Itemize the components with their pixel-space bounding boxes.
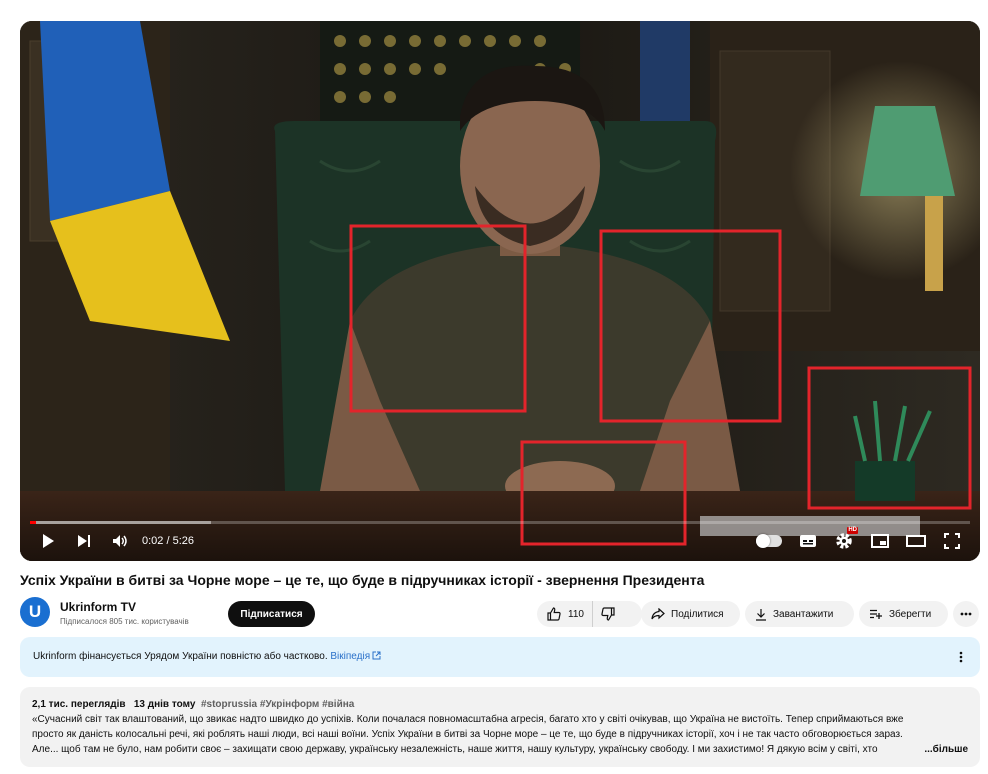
autoplay-toggle[interactable] bbox=[756, 534, 782, 548]
video-title: Успіх України в битві за Чорне море – це… bbox=[20, 572, 705, 588]
fullscreen-button[interactable] bbox=[934, 523, 970, 559]
share-icon bbox=[651, 608, 665, 620]
show-more-button[interactable]: ...більше bbox=[902, 742, 968, 757]
playlist-add-icon bbox=[870, 609, 882, 619]
like-button[interactable]: 110 bbox=[537, 601, 593, 627]
funding-info: Ukrinform фінансується Урядом України по… bbox=[33, 651, 381, 662]
theater-mode-button[interactable] bbox=[898, 523, 934, 559]
download-button[interactable]: Завантажити bbox=[745, 601, 854, 627]
avatar-letter: U bbox=[28, 602, 42, 621]
subscribe-button[interactable]: Підписатися bbox=[228, 601, 315, 627]
time-separator: / bbox=[163, 535, 173, 547]
video-description[interactable]: 2,1 тис. переглядів 13 днів тому #stopru… bbox=[20, 687, 980, 767]
hashtags[interactable]: #stoprussia #Укрінформ #війна bbox=[201, 699, 354, 710]
more-vertical-icon bbox=[959, 651, 963, 663]
wikipedia-link-label: Вікіпедія bbox=[330, 651, 371, 662]
download-label: Завантажити bbox=[773, 608, 834, 620]
description-line-3-wrap: Але... щоб там не було, нам робити своє … bbox=[32, 742, 968, 757]
fullscreen-icon bbox=[944, 533, 960, 549]
video-player[interactable]: 0:02 / 5:26 HD bbox=[20, 21, 980, 561]
save-label: Зберегти bbox=[889, 608, 932, 620]
like-count: 110 bbox=[568, 608, 584, 620]
youtube-watch-page: 0:02 / 5:26 HD Успіх України в битві за … bbox=[0, 0, 988, 774]
volume-icon bbox=[113, 535, 127, 547]
skip-next-icon bbox=[78, 535, 90, 547]
description-line-2: просто як даність колосальні речі, які р… bbox=[32, 729, 903, 740]
save-button[interactable]: Зберегти bbox=[859, 601, 948, 627]
gear-icon bbox=[836, 533, 852, 549]
description-line-3: Але... щоб там не було, нам робити своє … bbox=[32, 744, 878, 755]
dislike-button[interactable] bbox=[593, 601, 623, 627]
view-count: 2,1 тис. переглядів bbox=[32, 699, 126, 710]
thumbs-up-icon bbox=[547, 607, 561, 621]
channel-row: U Ukrinform TV Підписалося 805 тис. кори… bbox=[20, 596, 980, 632]
funding-text: Ukrinform фінансується Урядом України по… bbox=[33, 651, 328, 662]
wikipedia-link[interactable]: Вікіпедія bbox=[330, 651, 381, 662]
thumbs-down-icon bbox=[601, 607, 615, 621]
player-controls: 0:02 / 5:26 HD bbox=[20, 521, 980, 561]
share-button[interactable]: Поділитися bbox=[641, 601, 740, 627]
time-display: 0:02 / 5:26 bbox=[142, 535, 194, 547]
miniplayer-icon bbox=[871, 534, 889, 548]
time-current: 0:02 bbox=[142, 535, 164, 547]
settings-button[interactable]: HD bbox=[826, 523, 862, 559]
volume-button[interactable] bbox=[102, 523, 138, 559]
info-panel-menu-button[interactable] bbox=[950, 646, 972, 668]
play-icon bbox=[43, 534, 54, 548]
time-total: 5:26 bbox=[172, 535, 195, 547]
description-meta: 2,1 тис. переглядів 13 днів тому #stopru… bbox=[32, 697, 968, 712]
video-frame bbox=[20, 21, 980, 561]
funding-info-panel: Ukrinform фінансується Урядом України по… bbox=[20, 637, 980, 677]
theater-icon bbox=[906, 535, 926, 547]
external-link-icon bbox=[372, 651, 381, 660]
next-button[interactable] bbox=[66, 523, 102, 559]
more-actions-button[interactable] bbox=[953, 601, 979, 627]
upload-date: 13 днів тому bbox=[133, 699, 196, 710]
subtitles-button[interactable] bbox=[790, 523, 826, 559]
channel-name[interactable]: Ukrinform TV bbox=[60, 600, 136, 614]
channel-avatar[interactable]: U bbox=[20, 597, 50, 627]
hd-badge: HD bbox=[847, 527, 858, 534]
share-label: Поділитися bbox=[671, 608, 724, 620]
subscriber-count: Підписалося 805 тис. користувачів bbox=[60, 617, 189, 626]
more-horizontal-icon bbox=[960, 612, 972, 616]
like-dislike-group: 110 bbox=[537, 601, 642, 627]
play-button[interactable] bbox=[30, 523, 66, 559]
subtitles-icon bbox=[800, 535, 816, 547]
description-line-1: «Сучасний світ так влаштований, що звика… bbox=[32, 714, 904, 725]
download-icon bbox=[756, 608, 766, 621]
miniplayer-button[interactable] bbox=[862, 523, 898, 559]
